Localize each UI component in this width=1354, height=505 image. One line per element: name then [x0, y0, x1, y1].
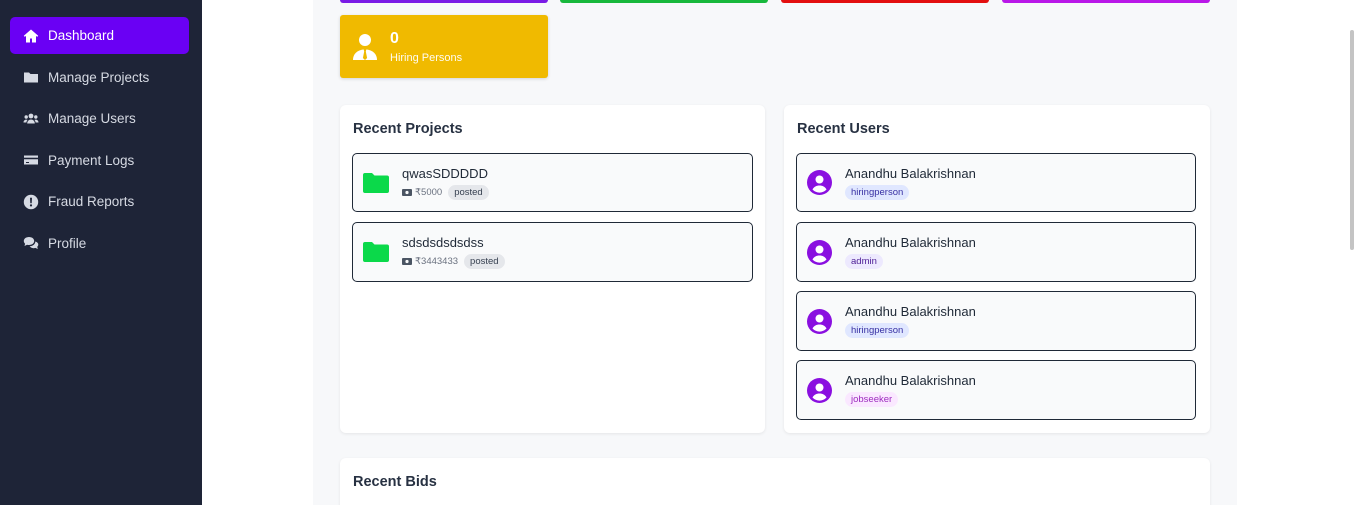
sidebar-item-dashboard[interactable]: Dashboard	[10, 17, 189, 54]
project-item[interactable]: sdsdsdsdsdss ₹3443433 posted	[352, 222, 753, 282]
sidebar-item-label: Profile	[48, 235, 87, 251]
chat-icon	[22, 234, 40, 252]
role-badge: hiringperson	[845, 323, 910, 338]
user-item[interactable]: Anandhu Balakrishnan hiringperson	[796, 153, 1196, 212]
recent-projects-title: Recent Projects	[353, 121, 463, 137]
project-name: qwasSDDDDD	[402, 165, 488, 181]
hiring-persons-count: 0	[390, 29, 399, 47]
stat-card-strip-green	[560, 0, 768, 3]
sidebar-item-manage-projects[interactable]: Manage Projects	[10, 59, 189, 96]
sidebar-item-label: Payment Logs	[48, 152, 135, 168]
user-item[interactable]: Anandhu Balakrishnan hiringperson	[796, 291, 1196, 351]
user-circle-icon	[807, 239, 832, 265]
recent-users-title: Recent Users	[797, 121, 890, 137]
recent-bids-title: Recent Bids	[353, 474, 437, 490]
user-item[interactable]: Anandhu Balakrishnan admin	[796, 222, 1196, 282]
sidebar-item-label: Manage Projects	[48, 69, 150, 85]
stat-card-strip-magenta	[1002, 0, 1210, 3]
user-item[interactable]: Anandhu Balakrishnan jobseeker	[796, 360, 1196, 420]
home-icon	[22, 27, 40, 45]
sidebar-item-profile[interactable]: Profile	[10, 225, 189, 262]
person-tie-icon	[340, 33, 390, 61]
sidebar-item-fraud-reports[interactable]: Fraud Reports	[10, 183, 189, 220]
hiring-persons-label: Hiring Persons	[390, 51, 463, 64]
money-icon	[402, 258, 412, 265]
role-badge: admin	[845, 254, 883, 269]
folder-icon	[22, 68, 40, 86]
stat-card-strip-red	[781, 0, 989, 3]
user-name: Anandhu Balakrishnan	[845, 373, 976, 388]
status-badge: posted	[448, 184, 489, 200]
project-amount: ₹3443433	[415, 256, 459, 267]
recent-users-panel: Recent Users Anandhu Balakrishnan hiring…	[784, 105, 1210, 433]
sidebar-item-manage-users[interactable]: Manage Users	[10, 100, 189, 137]
hiring-persons-card[interactable]: 0 Hiring Persons	[340, 15, 548, 78]
project-amount: ₹5000	[415, 186, 443, 198]
sidebar-item-payment-logs[interactable]: Payment Logs	[10, 142, 189, 179]
user-name: Anandhu Balakrishnan	[845, 235, 976, 250]
project-name: sdsdsdsdsdss	[402, 235, 484, 250]
role-badge: hiringperson	[845, 184, 910, 200]
money-icon	[402, 188, 412, 196]
user-name: Anandhu Balakrishnan	[845, 165, 976, 181]
sidebar-item-label: Manage Users	[48, 111, 136, 126]
folder-icon	[363, 242, 389, 262]
sidebar: Dashboard Manage Projects Manage Users P…	[0, 0, 202, 505]
recent-bids-panel: Recent Bids	[340, 458, 1210, 505]
sidebar-item-label: Fraud Reports	[48, 194, 135, 209]
sidebar-item-label: Dashboard	[48, 28, 115, 43]
dashboard-main: 0 Hiring Persons Recent Projects qwasSDD…	[313, 0, 1237, 505]
alert-circle-icon	[22, 193, 40, 211]
user-name: Anandhu Balakrishnan	[845, 304, 976, 319]
folder-icon	[363, 172, 389, 193]
recent-projects-panel: Recent Projects qwasSDDDDD ₹5000 posted …	[340, 105, 765, 433]
user-circle-icon	[807, 170, 832, 195]
project-item[interactable]: qwasSDDDDD ₹5000 posted	[352, 153, 753, 212]
users-icon	[22, 110, 40, 128]
role-badge: jobseeker	[845, 392, 899, 407]
user-circle-icon	[807, 308, 832, 334]
credit-card-icon	[22, 151, 40, 169]
page-scrollbar[interactable]	[1350, 30, 1354, 250]
stat-card-strip-purple	[340, 0, 548, 3]
status-badge: posted	[464, 254, 505, 269]
user-circle-icon	[807, 377, 832, 403]
